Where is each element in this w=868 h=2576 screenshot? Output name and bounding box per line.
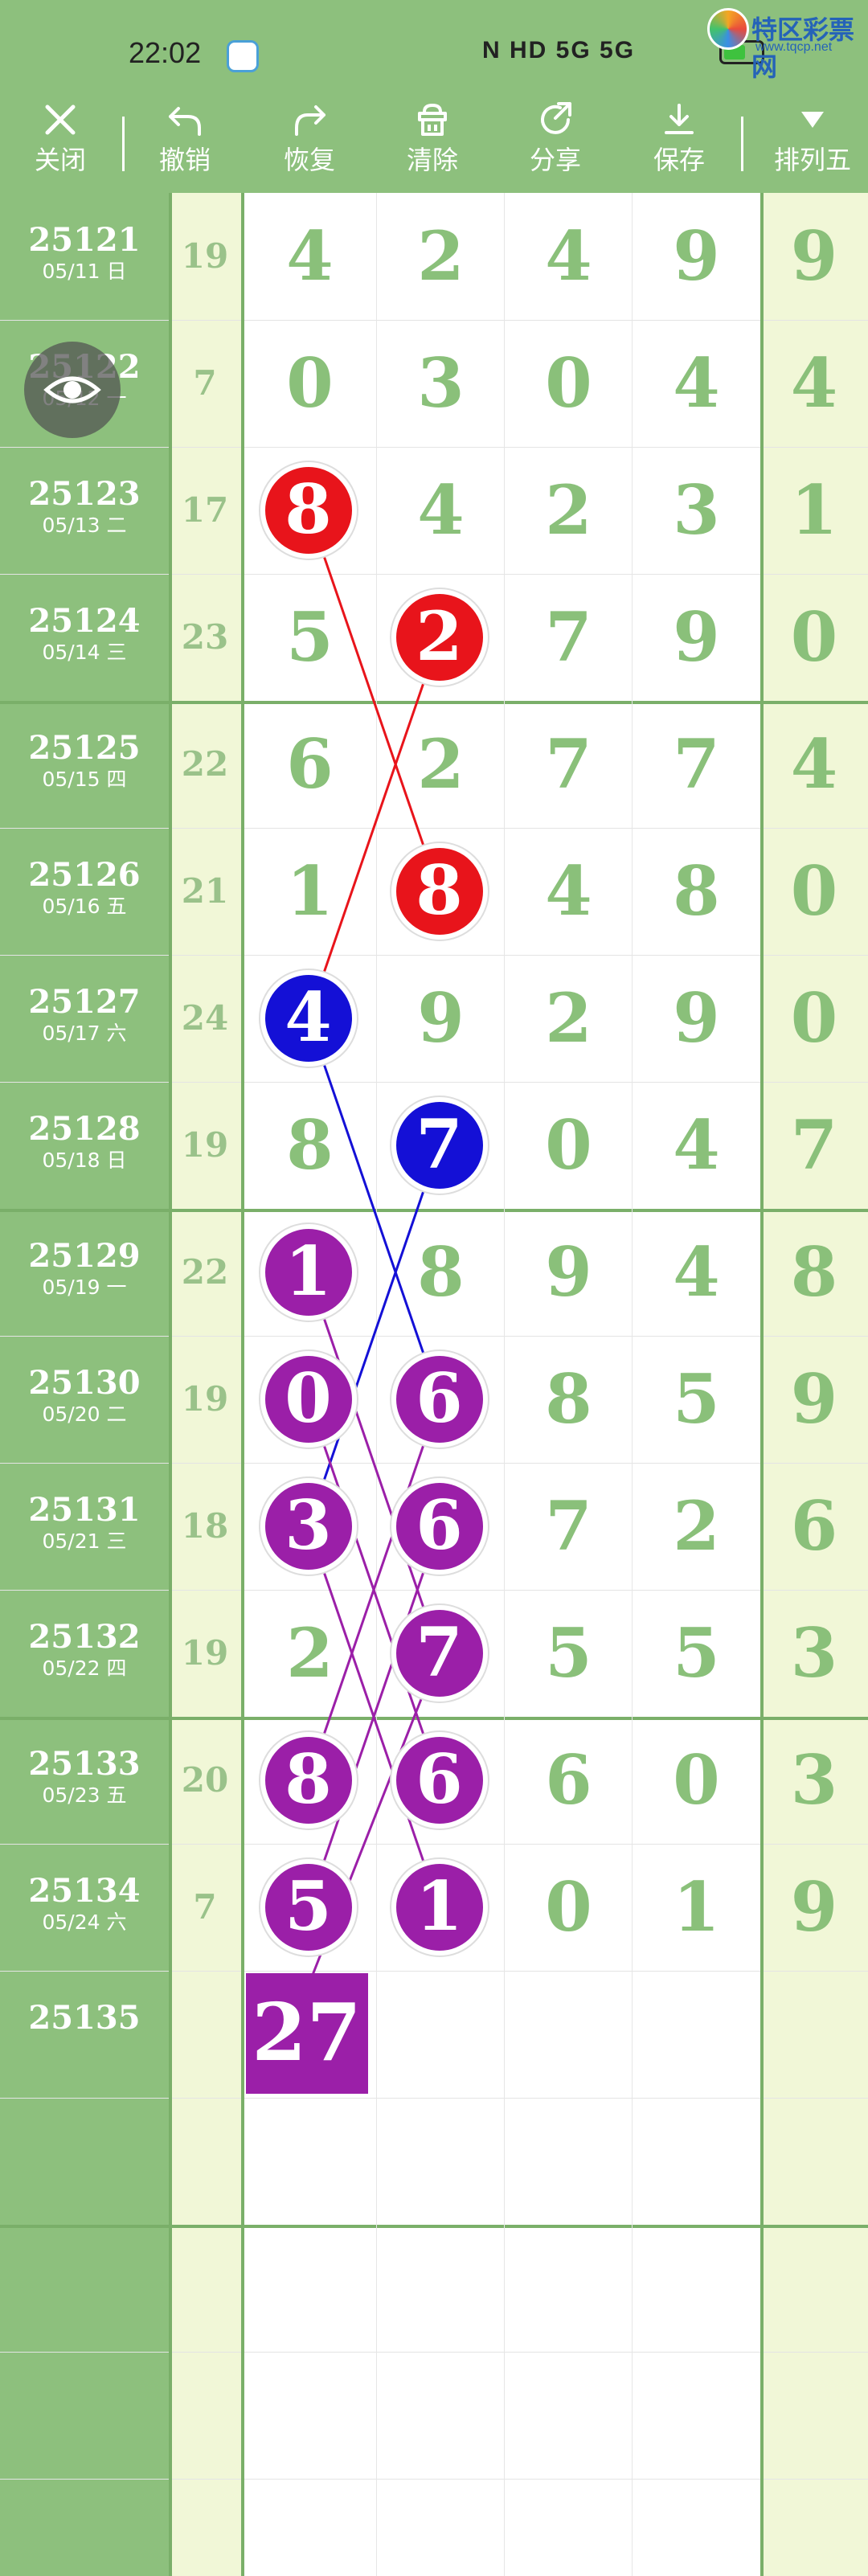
status-bar: 22:02 N HD 5G 5G 特区彩票网 www.tqcp.net <box>0 0 868 92</box>
highlight-ball[interactable]: 6 <box>391 1478 488 1575</box>
trend-line <box>307 1018 440 1400</box>
highlight-ball[interactable]: 8 <box>391 843 488 940</box>
share-button[interactable]: 分享 <box>511 92 600 193</box>
trend-line <box>307 1272 440 1654</box>
watermark-logo-icon <box>707 8 749 50</box>
clear-icon <box>388 96 477 142</box>
toolbar-divider <box>741 117 743 171</box>
eye-icon <box>43 376 101 403</box>
clear-label: 清除 <box>406 145 458 175</box>
redo-label: 恢复 <box>283 145 335 175</box>
toolbar: 关闭 撤销 恢复 清除 分享 保存 排列五 <box>0 92 868 193</box>
close-icon <box>16 96 104 142</box>
highlight-ball[interactable]: 5 <box>260 1859 357 1956</box>
undo-label: 撤销 <box>158 145 211 175</box>
lottery-type-dropdown[interactable]: 排列五 <box>760 92 865 193</box>
toolbar-divider <box>122 117 125 171</box>
highlight-ball[interactable]: 7 <box>391 1605 488 1702</box>
lottery-type-label: 排列五 <box>773 145 851 175</box>
highlight-ball[interactable]: 0 <box>260 1351 357 1448</box>
close-button[interactable]: 关闭 <box>16 92 104 193</box>
redo-button[interactable]: 恢复 <box>265 92 354 193</box>
close-label: 关闭 <box>34 145 86 175</box>
highlight-ball[interactable]: 3 <box>260 1478 357 1575</box>
status-indicators: N HD 5G 5G <box>482 37 636 63</box>
save-label: 保存 <box>653 145 705 175</box>
dropdown-triangle-icon <box>760 96 865 142</box>
highlight-ball[interactable]: 4 <box>260 970 357 1067</box>
highlight-ball[interactable]: 7 <box>391 1097 488 1194</box>
highlight-ball[interactable]: 6 <box>391 1732 488 1829</box>
trend-line <box>307 1145 440 1527</box>
share-label: 分享 <box>529 145 581 175</box>
undo-icon <box>141 96 229 142</box>
app-notification-icon <box>227 40 259 72</box>
highlight-ball[interactable]: 1 <box>260 1224 357 1321</box>
watermark-url: www.tqcp.net <box>755 40 833 54</box>
trend-line <box>307 510 440 892</box>
visibility-toggle-button[interactable] <box>24 342 121 438</box>
highlight-ball[interactable]: 8 <box>260 1732 357 1829</box>
highlight-ball[interactable]: 1 <box>391 1859 488 1956</box>
redo-icon <box>265 96 354 142</box>
status-time: 22:02 <box>129 36 202 69</box>
highlight-ball[interactable]: 8 <box>260 462 357 559</box>
sum-result-box: 27 <box>245 1973 368 2094</box>
undo-button[interactable]: 撤销 <box>141 92 229 193</box>
save-button[interactable]: 保存 <box>635 92 723 193</box>
share-icon <box>511 96 600 142</box>
trend-line <box>307 637 440 1019</box>
save-icon <box>635 96 723 142</box>
highlight-ball[interactable]: 2 <box>391 589 488 686</box>
highlight-ball[interactable]: 6 <box>391 1351 488 1448</box>
clear-button[interactable]: 清除 <box>388 92 477 193</box>
